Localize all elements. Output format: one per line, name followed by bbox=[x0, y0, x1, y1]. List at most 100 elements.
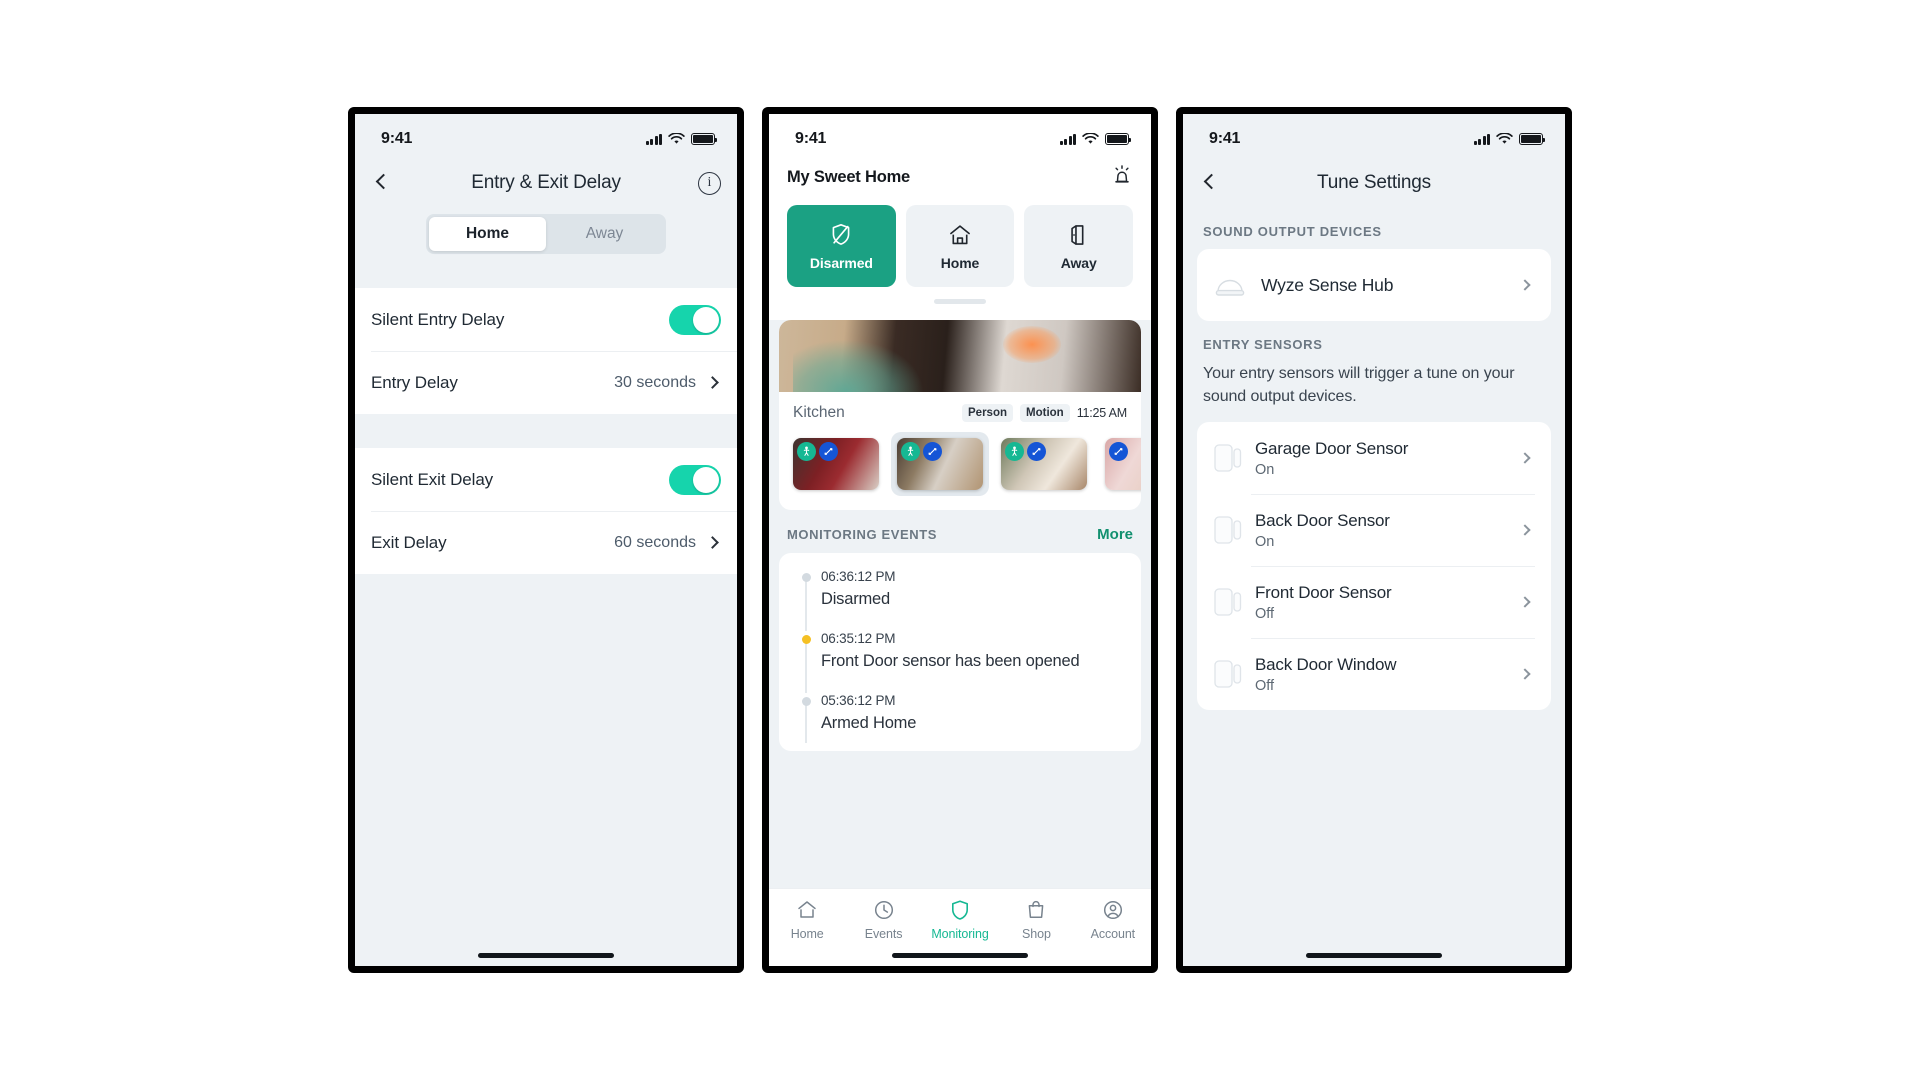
page-title: Tune Settings bbox=[1317, 172, 1431, 193]
wifi-icon bbox=[1496, 133, 1513, 144]
event-dot bbox=[801, 573, 811, 582]
cellular-signal-icon bbox=[645, 133, 662, 145]
arm-mode-buttons: Disarmed Home Away bbox=[787, 205, 1134, 287]
sensor-name: Back Door Window bbox=[1255, 654, 1397, 674]
home-name: My Sweet Home bbox=[787, 168, 911, 186]
silent-exit-delay-toggle[interactable] bbox=[669, 464, 721, 495]
back-button[interactable] bbox=[371, 172, 393, 194]
camera-thumbnail[interactable] bbox=[897, 438, 983, 490]
chevron-right-icon bbox=[1519, 668, 1531, 681]
person-badge-icon bbox=[1005, 442, 1024, 461]
cellular-signal-icon bbox=[1473, 133, 1490, 145]
chevron-right-icon bbox=[706, 536, 719, 549]
sound-output-section-header: SOUND OUTPUT DEVICES bbox=[1203, 224, 1382, 239]
screen-monitoring: 9:41 My Sweet Home Disarmed Home Away Ki… bbox=[769, 114, 1151, 966]
battery-icon bbox=[691, 133, 718, 145]
more-link[interactable]: More bbox=[1097, 526, 1133, 543]
status-bar: 9:41 bbox=[769, 114, 1151, 158]
row-label: Entry Delay bbox=[371, 372, 458, 392]
row-silent-exit-delay[interactable]: Silent Exit Delay bbox=[355, 448, 737, 511]
thumbnail-item-selected bbox=[891, 432, 989, 496]
tag-motion: Motion bbox=[1020, 404, 1070, 422]
event-rail bbox=[793, 693, 819, 743]
siren-alarm-icon[interactable] bbox=[1111, 164, 1133, 191]
tab-label: Events bbox=[864, 927, 903, 941]
camera-live-image[interactable] bbox=[779, 320, 1141, 392]
thumbnail-badges bbox=[1005, 442, 1046, 461]
info-icon[interactable]: i bbox=[698, 171, 721, 195]
clock-icon bbox=[874, 900, 893, 920]
tab-monitoring[interactable]: Monitoring bbox=[922, 898, 998, 941]
motion-badge-icon bbox=[1027, 442, 1046, 461]
entry-sensors-section-header: ENTRY SENSORS bbox=[1203, 337, 1323, 352]
tab-home[interactable]: Home bbox=[769, 898, 845, 941]
nav-bar: Entry & Exit Delay i bbox=[355, 158, 737, 208]
back-button[interactable] bbox=[1199, 172, 1221, 194]
house-icon bbox=[798, 901, 816, 918]
row-wyze-sense-hub[interactable]: Wyze Sense Hub bbox=[1197, 249, 1551, 321]
tab-label: Monitoring bbox=[931, 927, 989, 941]
row-label: Silent Entry Delay bbox=[371, 309, 505, 329]
tab-shop[interactable]: Shop bbox=[998, 898, 1074, 941]
sound-output-card: Wyze Sense Hub bbox=[1197, 249, 1551, 321]
event-text: Disarmed bbox=[821, 590, 891, 608]
section-gap bbox=[355, 414, 737, 448]
entry-delay-value: 30 seconds bbox=[614, 373, 696, 391]
camera-thumbnail[interactable] bbox=[1105, 438, 1141, 490]
row-front-door-sensor[interactable]: Front Door Sensor Off bbox=[1197, 566, 1551, 638]
camera-meta-row: Kitchen Person Motion 11:25 AM bbox=[779, 392, 1141, 432]
shopping-bag-icon bbox=[1029, 900, 1044, 918]
tab-events[interactable]: Events bbox=[845, 898, 921, 941]
row-label: Exit Delay bbox=[371, 532, 447, 552]
mode-home-button[interactable]: Home bbox=[905, 205, 1015, 287]
motion-badge-icon bbox=[819, 442, 838, 461]
row-back-door-window[interactable]: Back Door Window Off bbox=[1197, 638, 1551, 710]
mode-away-button[interactable]: Away bbox=[1024, 205, 1134, 287]
nav-bar: Tune Settings bbox=[1183, 158, 1565, 208]
camera-thumbnail[interactable] bbox=[793, 438, 879, 490]
silent-entry-delay-toggle[interactable] bbox=[669, 304, 721, 335]
chevron-right-icon bbox=[1519, 452, 1531, 465]
monitoring-content: Kitchen Person Motion 11:25 AM MONITORIN… bbox=[769, 320, 1151, 888]
user-circle-icon bbox=[1103, 900, 1122, 920]
motion-badge-icon bbox=[1109, 442, 1128, 461]
sensor-state: On bbox=[1255, 533, 1275, 550]
row-exit-delay[interactable]: Exit Delay 60 seconds bbox=[355, 511, 737, 574]
sensor-text: Front Door Sensor Off bbox=[1255, 583, 1392, 622]
status-time: 9:41 bbox=[381, 130, 413, 147]
camera-thumbnail[interactable] bbox=[1001, 438, 1087, 490]
shield-slash-icon bbox=[832, 223, 850, 245]
sheet-grabber[interactable] bbox=[934, 299, 986, 304]
row-control bbox=[669, 464, 721, 495]
row-garage-door-sensor[interactable]: Garage Door Sensor On bbox=[1197, 422, 1551, 494]
segment-home[interactable]: Home bbox=[429, 217, 546, 251]
door-sensor-icon bbox=[1214, 660, 1242, 689]
chevron-right-icon bbox=[1519, 524, 1531, 537]
event-text: Front Door sensor has been opened bbox=[821, 652, 1080, 670]
event-time: 06:36:12 PM bbox=[821, 569, 896, 584]
event-item[interactable]: 06:35:12 PM Front Door sensor has been o… bbox=[779, 631, 1141, 693]
tab-label: Shop bbox=[1022, 927, 1051, 941]
monitoring-events-header: MONITORING EVENTS More bbox=[769, 510, 1151, 553]
event-item[interactable]: 06:36:12 PM Disarmed bbox=[779, 569, 1141, 631]
row-entry-delay[interactable]: Entry Delay 30 seconds bbox=[355, 351, 737, 414]
tab-account[interactable]: Account bbox=[1075, 898, 1151, 941]
status-icons bbox=[645, 133, 718, 145]
exit-delay-group: Silent Exit Delay Exit Delay 60 seconds bbox=[355, 448, 737, 574]
mode-disarmed-button[interactable]: Disarmed bbox=[787, 205, 896, 287]
person-badge-icon bbox=[797, 442, 816, 461]
event-body: 05:36:12 PM Armed Home bbox=[819, 693, 916, 733]
wifi-icon bbox=[1082, 133, 1099, 144]
battery-icon bbox=[1105, 133, 1132, 145]
sensor-state: Off bbox=[1255, 677, 1275, 694]
segment-away[interactable]: Away bbox=[546, 217, 663, 251]
sensor-text: Back Door Window Off bbox=[1255, 654, 1397, 694]
home-indicator bbox=[478, 953, 614, 958]
event-item[interactable]: 05:36:12 PM Armed Home bbox=[779, 693, 1141, 743]
mode-segment-wrap: Home Away bbox=[355, 208, 737, 288]
row-silent-entry-delay[interactable]: Silent Entry Delay bbox=[355, 288, 737, 351]
row-back-door-sensor[interactable]: Back Door Sensor On bbox=[1197, 494, 1551, 566]
row-control bbox=[669, 304, 721, 335]
mode-label: Disarmed bbox=[809, 254, 873, 271]
camera-time: 11:25 AM bbox=[1076, 406, 1127, 420]
